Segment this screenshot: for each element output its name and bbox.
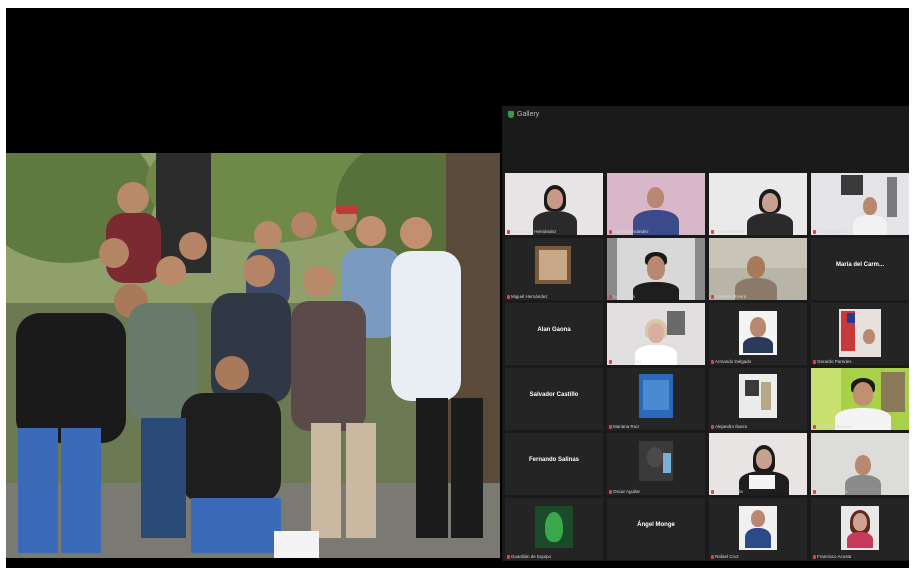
participant-tile[interactable]: Rosa Martínez: [709, 173, 807, 235]
participant-name: Patricia López: [613, 359, 642, 364]
participant-tile[interactable]: Guadalupe Hernández: [505, 173, 603, 235]
muted-mic-icon: [711, 294, 714, 299]
participant-video: [505, 238, 603, 300]
participant-tile[interactable]: Eduardo Rivera: [709, 238, 807, 300]
muted-mic-icon: [507, 294, 510, 299]
participant-video: [709, 238, 807, 300]
participant-display-name: Alan Gaona: [537, 327, 571, 333]
participant-video: [607, 303, 705, 365]
participant-tile[interactable]: Adriana Mejía: [709, 433, 807, 495]
muted-mic-icon: [609, 229, 612, 234]
muted-mic-icon: [711, 424, 714, 429]
participant-tile[interactable]: Alejandro Ibarra: [709, 368, 807, 430]
participant-video: [607, 238, 705, 300]
muted-mic-icon: [813, 229, 816, 234]
participant-name: Gerardo Paredes: [817, 359, 852, 364]
participant-video: [811, 498, 909, 560]
participant-name: Carlos Fernández: [613, 229, 649, 234]
participant-tile[interactable]: Alan Gaona: [505, 303, 603, 365]
muted-mic-icon: [609, 359, 612, 364]
participant-video: [607, 368, 705, 430]
participant-tile[interactable]: Fernando Salinas: [505, 433, 603, 495]
zoom-screen: Gallery Guadalupe Hernández Carlos Ferná…: [6, 8, 909, 568]
participant-name: Rafael Cruz: [715, 554, 739, 559]
participant-video: [607, 173, 705, 235]
participant-name: Alejandro Ibarra: [715, 424, 748, 429]
participant-tile[interactable]: Armando Delgado: [709, 303, 807, 365]
participant-tile[interactable]: Ángel Monge: [607, 498, 705, 560]
participant-tile[interactable]: Mariana Ruiz: [607, 368, 705, 430]
participant-video: [811, 433, 909, 495]
participant-video: [709, 368, 807, 430]
participant-name: Adriana Mejía: [715, 489, 743, 494]
participant-video: [505, 498, 603, 560]
participant-video: [709, 498, 807, 560]
participant-tile[interactable]: Oscar Aguilar: [607, 433, 705, 495]
participant-name: Guadalupe Hernández: [511, 229, 557, 234]
muted-mic-icon: [813, 554, 816, 559]
muted-mic-icon: [711, 359, 714, 364]
participant-name: Francisco Acosta: [817, 554, 852, 559]
participant-name: Armando Delgado: [715, 359, 752, 364]
muted-mic-icon: [711, 229, 714, 234]
muted-mic-icon: [507, 229, 510, 234]
participant-video: [709, 173, 807, 235]
participant-tile-active-speaker[interactable]: Patricia López: [607, 303, 705, 365]
participant-tile[interactable]: Gerardo Paredes: [811, 303, 909, 365]
participant-video: [811, 368, 909, 430]
group-photo: [6, 153, 500, 558]
gallery-title-text: Gallery: [517, 110, 540, 118]
participant-name: Mariana Ruiz: [613, 424, 640, 429]
participant-tile[interactable]: Luis Torres: [607, 238, 705, 300]
participant-tile[interactable]: Salvador Castillo: [505, 368, 603, 430]
participant-name: Jorge Ramírez: [817, 229, 847, 234]
participant-tile[interactable]: Carlos Fernández: [607, 173, 705, 235]
muted-mic-icon: [813, 424, 816, 429]
participant-name: Ricardo Vázquez: [817, 424, 852, 429]
muted-mic-icon: [711, 554, 714, 559]
participant-name: Miguel Hernández: [511, 294, 548, 299]
participant-name: Oscar Aguilar: [613, 489, 641, 494]
muted-mic-icon: [813, 489, 816, 494]
participant-name: Eduardo Rivera: [715, 294, 747, 299]
participant-display-name: María del Carm...: [835, 262, 885, 268]
participant-name: Luis Torres: [613, 294, 635, 299]
muted-mic-icon: [609, 424, 612, 429]
muted-mic-icon: [711, 489, 714, 494]
muted-mic-icon: [507, 554, 510, 559]
muted-mic-icon: [609, 294, 612, 299]
participant-tile[interactable]: Jorge Ramírez: [811, 173, 909, 235]
participant-tile[interactable]: María del Carm...: [811, 238, 909, 300]
shield-icon: [508, 110, 514, 118]
participant-video: [505, 173, 603, 235]
participant-display-name: Fernando Salinas: [528, 457, 579, 463]
participant-tile[interactable]: Ricardo Vázquez: [811, 368, 909, 430]
participant-display-name: Ángel Monge: [637, 522, 675, 528]
participant-video: [811, 173, 909, 235]
participant-tile[interactable]: Guardián de Equipo: [505, 498, 603, 560]
zoom-gallery: Gallery Guadalupe Hernández Carlos Ferná…: [502, 106, 909, 561]
participant-tile[interactable]: Miguel Hernández: [505, 238, 603, 300]
participant-video: [607, 433, 705, 495]
participant-display-name: Salvador Castillo: [529, 392, 579, 398]
participant-video: [709, 303, 807, 365]
muted-mic-icon: [813, 359, 816, 364]
participant-video: [709, 433, 807, 495]
participant-video: [811, 303, 909, 365]
participant-name: Guardián de Equipo: [511, 554, 552, 559]
participant-name: Rosa Martínez: [715, 229, 745, 234]
gallery-title: Gallery: [508, 108, 539, 120]
participant-name: Héctor Morales: [817, 489, 848, 494]
participant-grid: Guadalupe Hernández Carlos Fernández Ros…: [505, 173, 909, 560]
participant-tile[interactable]: Rafael Cruz: [709, 498, 807, 560]
muted-mic-icon: [609, 489, 612, 494]
participant-tile[interactable]: Héctor Morales: [811, 433, 909, 495]
participant-tile[interactable]: Francisco Acosta: [811, 498, 909, 560]
